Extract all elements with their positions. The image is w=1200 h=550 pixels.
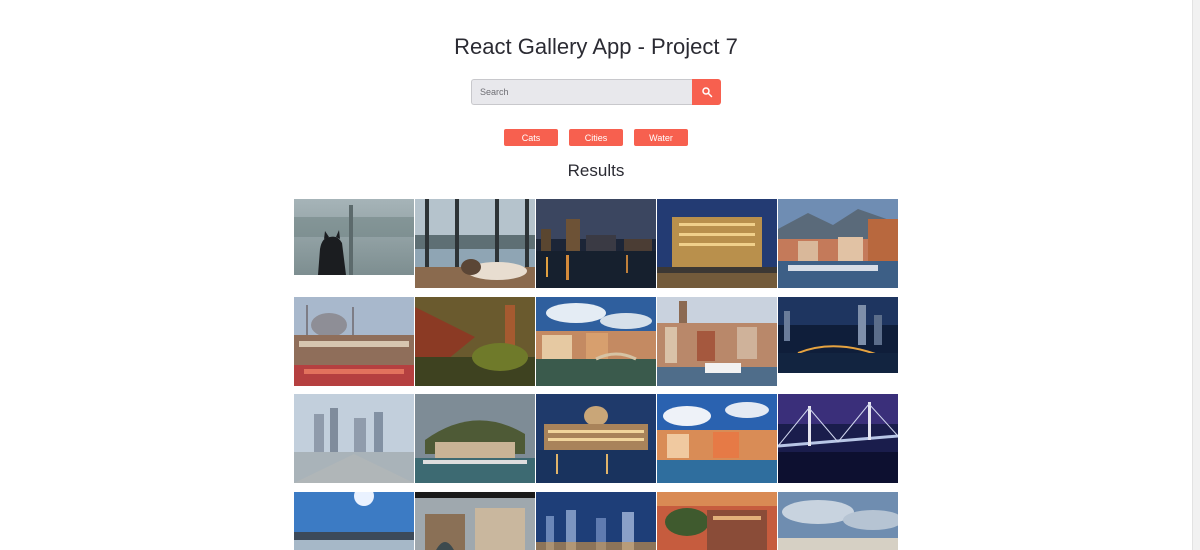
gallery-photo[interactable] (778, 297, 898, 373)
page-scrollbar[interactable] (1192, 0, 1200, 550)
gallery-photo[interactable] (294, 394, 414, 483)
gallery-photo[interactable] (536, 297, 656, 386)
gallery-photo[interactable] (294, 492, 414, 550)
search-input[interactable] (471, 79, 692, 105)
gallery-photo[interactable] (536, 492, 656, 550)
gallery-photo[interactable] (657, 492, 777, 550)
gallery-photo[interactable] (415, 394, 535, 483)
gallery-photo[interactable] (536, 199, 656, 288)
gallery-photo[interactable] (294, 199, 414, 275)
main-nav: Cats Cities Water (0, 129, 1192, 146)
gallery-photo[interactable] (657, 297, 777, 386)
gallery-photo[interactable] (415, 297, 535, 386)
gallery-photo[interactable] (657, 394, 777, 483)
page-title: React Gallery App - Project 7 (454, 34, 738, 59)
gallery-photo[interactable] (415, 492, 535, 550)
gallery-photo[interactable] (536, 394, 656, 483)
gallery-photo[interactable] (657, 199, 777, 288)
gallery-photo[interactable] (778, 199, 898, 288)
nav-link-cats[interactable]: Cats (504, 129, 558, 146)
search-button[interactable] (692, 79, 721, 105)
gallery-photo[interactable] (294, 297, 414, 386)
photo-gallery (294, 199, 899, 550)
results-heading: Results (567, 161, 625, 180)
search-form (471, 79, 721, 105)
nav-link-cities[interactable]: Cities (569, 129, 623, 146)
gallery-photo[interactable] (415, 199, 535, 288)
gallery-photo[interactable] (778, 394, 898, 483)
search-icon (701, 87, 712, 98)
nav-link-water[interactable]: Water (634, 129, 688, 146)
gallery-photo[interactable] (778, 492, 898, 550)
